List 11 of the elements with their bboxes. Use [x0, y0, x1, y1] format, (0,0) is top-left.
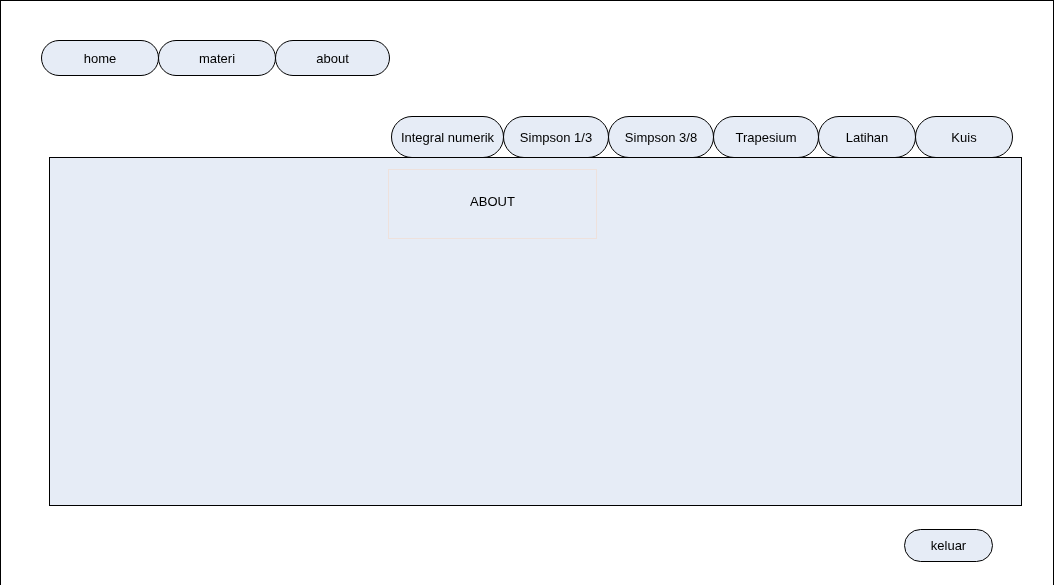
panel-heading: ABOUT — [470, 194, 515, 209]
tab[interactable]: Latihan — [818, 116, 916, 158]
tab[interactable]: Simpson 3/8 — [608, 116, 714, 158]
tab[interactable]: Trapesium — [713, 116, 819, 158]
tab[interactable]: Integral numerik — [391, 116, 504, 158]
nav-button[interactable]: about — [275, 40, 390, 76]
exit-button[interactable]: keluar — [904, 529, 993, 562]
nav-button[interactable]: home — [41, 40, 159, 76]
tab[interactable]: Kuis — [915, 116, 1013, 158]
nav-button[interactable]: materi — [158, 40, 276, 76]
tab[interactable]: Simpson 1/3 — [503, 116, 609, 158]
